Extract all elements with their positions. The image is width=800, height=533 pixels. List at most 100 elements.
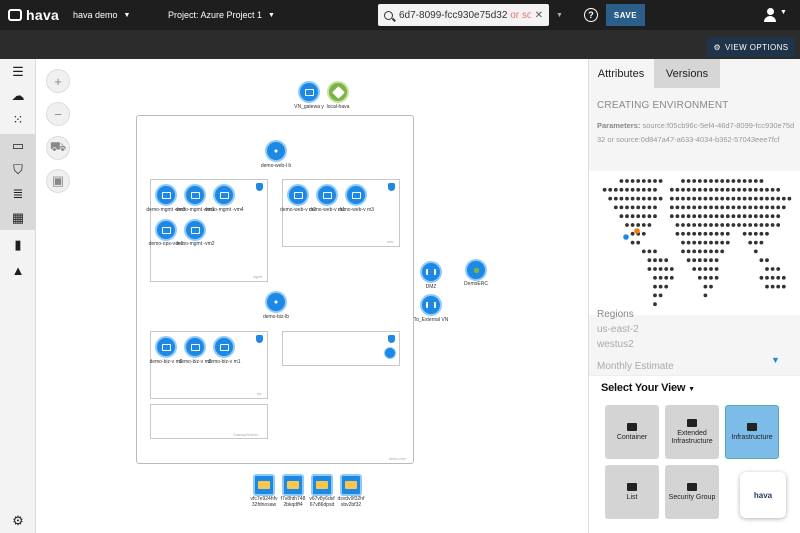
select-view-title[interactable]: Select Your View ▼ xyxy=(601,382,695,394)
map-dot xyxy=(619,214,624,219)
gear-icon[interactable]: ⚙ xyxy=(0,509,36,533)
map-dot xyxy=(731,196,736,201)
storage-account-node[interactable] xyxy=(282,474,304,496)
bar-chart-icon[interactable]: ▮ xyxy=(0,233,36,257)
vm-node[interactable] xyxy=(155,184,177,206)
security-group-icon[interactable] xyxy=(388,335,395,343)
map-dot xyxy=(709,284,713,289)
vm-node[interactable] xyxy=(316,184,338,206)
view-security-group-button[interactable]: Security Group xyxy=(665,465,719,519)
map-dot xyxy=(720,179,725,183)
map-dot xyxy=(625,214,629,219)
map-dot xyxy=(681,249,685,254)
search-input[interactable]: 6d7-8099-fcc930e75d32 or so ✕ xyxy=(378,4,549,26)
map-dot xyxy=(709,196,713,201)
view-list-button[interactable]: List xyxy=(605,465,659,519)
map-dot xyxy=(697,205,702,210)
storage-account-node[interactable] xyxy=(253,474,275,496)
list-icon[interactable]: ≣ xyxy=(0,182,36,206)
cloud-upload-icon[interactable]: ☁ xyxy=(0,84,36,108)
vm-node[interactable] xyxy=(213,184,235,206)
vm-node[interactable] xyxy=(184,219,206,241)
map-dot xyxy=(776,267,781,271)
demo-web-lb-node[interactable] xyxy=(265,140,287,162)
map-dot xyxy=(641,231,646,236)
demo-biz-lb-node[interactable] xyxy=(265,291,287,313)
view-infrastructure-button[interactable]: Infrastructure xyxy=(725,405,779,459)
storage-account-node[interactable] xyxy=(311,474,333,496)
map-dot xyxy=(647,249,652,254)
chat-widget-button[interactable]: hava xyxy=(740,472,786,518)
user-menu-chevron-icon[interactable]: ▼ xyxy=(780,9,787,16)
storage-account-node[interactable] xyxy=(340,474,362,496)
map-dot xyxy=(725,187,730,192)
vm-node[interactable] xyxy=(184,336,206,358)
chevron-down-icon[interactable]: ▼ xyxy=(771,355,780,365)
map-dot xyxy=(753,231,758,236)
demo-erc-node[interactable] xyxy=(465,259,487,281)
vm-node[interactable] xyxy=(184,184,206,206)
vm-node[interactable] xyxy=(155,219,177,241)
map-dot xyxy=(658,258,663,263)
hava-logo[interactable]: hava xyxy=(8,0,59,30)
map-dot xyxy=(748,223,753,227)
map-dot xyxy=(686,223,691,227)
tab-versions[interactable]: Versions xyxy=(654,59,720,88)
laptop-icon[interactable]: ▭ xyxy=(0,134,36,158)
map-dot xyxy=(636,223,641,227)
vn-gateway-node[interactable] xyxy=(298,81,320,103)
small-vm-icon[interactable] xyxy=(384,347,396,359)
vm-node[interactable] xyxy=(287,184,309,206)
tab-attributes[interactable]: Attributes xyxy=(589,59,653,88)
map-dot xyxy=(759,258,764,263)
map-dot xyxy=(619,196,624,201)
diagram-canvas[interactable]: + − ⛟ ▣ demo-vnet mgmt web biz GatewaySu… xyxy=(37,59,588,533)
map-dot xyxy=(653,258,657,263)
vm-node[interactable] xyxy=(155,336,177,358)
map-dot xyxy=(647,214,652,219)
user-avatar-icon[interactable] xyxy=(764,8,776,22)
clear-search-icon[interactable]: ✕ xyxy=(535,10,543,21)
save-button[interactable]: SAVE xyxy=(606,4,645,26)
map-dot xyxy=(630,205,635,210)
map-dot xyxy=(697,240,702,245)
dmz-vnet-peering-node[interactable] xyxy=(420,261,442,283)
map-dot xyxy=(625,205,629,210)
local-hava-node[interactable] xyxy=(327,81,349,103)
region-marker[interactable] xyxy=(623,234,629,240)
chevron-down-icon: ▼ xyxy=(123,11,131,19)
map-dot xyxy=(714,275,719,280)
world-map-dots xyxy=(602,179,792,307)
map-dot xyxy=(681,179,685,183)
map-dot xyxy=(742,223,747,227)
map-dot xyxy=(647,223,652,227)
map-dot xyxy=(697,231,702,236)
security-group-icon[interactable] xyxy=(256,335,263,343)
map-dot xyxy=(759,187,764,192)
project-dropdown[interactable]: Project: Azure Project 1 ▼ xyxy=(168,0,275,30)
shield-icon[interactable]: ⛉ xyxy=(0,158,36,182)
map-dot xyxy=(753,196,758,201)
search-dropdown-chevron-icon[interactable]: ▼ xyxy=(556,0,563,30)
map-dot xyxy=(770,275,775,280)
help-icon[interactable]: ? xyxy=(584,8,598,22)
vm-node[interactable] xyxy=(345,184,367,206)
map-dot xyxy=(697,179,702,183)
view-container-button[interactable]: Container xyxy=(605,405,659,459)
workspace-dropdown[interactable]: hava demo ▼ xyxy=(73,0,130,30)
view-options-button[interactable]: ⚙ VIEW OPTIONS xyxy=(707,37,795,57)
apps-icon[interactable]: ⁙ xyxy=(0,108,36,132)
map-dot xyxy=(742,231,747,236)
security-group-icon[interactable] xyxy=(256,183,263,191)
view-extended-infrastructure-button[interactable]: Extended Infrastructure xyxy=(665,405,719,459)
warning-icon[interactable]: ▲ xyxy=(0,258,36,282)
vm-node[interactable] xyxy=(213,336,235,358)
map-dot xyxy=(647,179,652,183)
subnet-empty[interactable] xyxy=(282,331,400,366)
menu-icon[interactable]: ☰ xyxy=(0,60,36,84)
to-external-vn-node[interactable] xyxy=(420,294,442,316)
security-group-icon[interactable] xyxy=(388,183,395,191)
map-dot xyxy=(692,196,697,201)
table-icon[interactable]: ▦ xyxy=(0,206,36,230)
region-marker[interactable] xyxy=(634,228,640,234)
